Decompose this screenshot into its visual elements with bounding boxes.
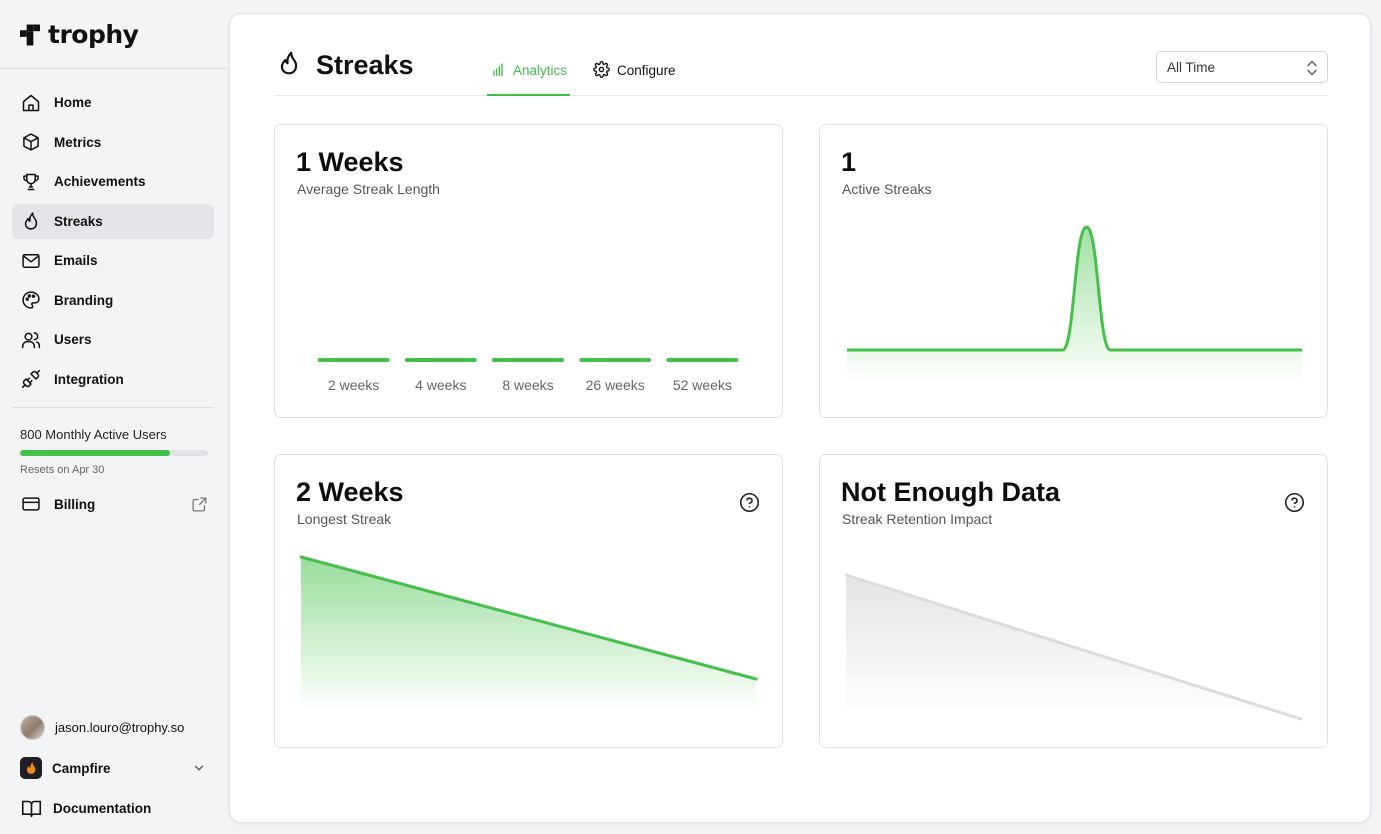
chevron-down-icon bbox=[192, 761, 206, 780]
gear-icon bbox=[593, 61, 610, 81]
longest-streak-card: 2 Weeks Longest Streak bbox=[274, 454, 783, 748]
org-switcher[interactable]: Campfire bbox=[20, 757, 208, 779]
flame-icon bbox=[276, 50, 302, 81]
sidebar-item-label: Metrics bbox=[54, 134, 102, 150]
x-tick-label: 26 weeks bbox=[586, 377, 645, 393]
usage-label: 800 Monthly Active Users bbox=[20, 427, 167, 442]
page-title: Streaks bbox=[316, 50, 414, 80]
sidebar-item-achievements[interactable]: Achievements bbox=[12, 164, 214, 199]
documentation-link[interactable]: Documentation bbox=[20, 797, 151, 819]
billing-label: Billing bbox=[54, 496, 96, 512]
sidebar-item-label: Users bbox=[54, 332, 92, 347]
retention-impact-card: Not Enough Data Streak Retention Impact bbox=[819, 454, 1328, 748]
app-name: trophy bbox=[48, 20, 139, 49]
tab-configure[interactable]: Configure bbox=[590, 48, 679, 96]
sidebar-item-emails[interactable]: Emails bbox=[12, 243, 214, 278]
bar bbox=[492, 358, 564, 362]
bar-chart-icon bbox=[490, 62, 506, 81]
avg-streak-length-card: 1 Weeks Average Streak Length 2 weeks 4 w… bbox=[274, 124, 783, 418]
sidebar-item-label: Branding bbox=[54, 292, 114, 308]
area-fill bbox=[847, 227, 1302, 383]
bar bbox=[666, 358, 739, 362]
trophy-logo-icon bbox=[20, 24, 40, 45]
x-tick-label: 8 weeks bbox=[502, 377, 553, 393]
user-email: jason.louro@trophy.so bbox=[55, 720, 185, 735]
tab-label: Analytics bbox=[513, 63, 568, 79]
sidebar-item-home[interactable]: Home bbox=[12, 85, 214, 120]
plug-icon bbox=[20, 368, 42, 390]
sidebar-item-label: Integration bbox=[54, 371, 124, 387]
documentation-label: Documentation bbox=[53, 800, 152, 816]
sidebar-item-label: Streaks bbox=[54, 213, 103, 229]
select-arrows-icon bbox=[1305, 59, 1319, 80]
sidebar-nav: Home Metrics Achievements Streaks Emails bbox=[12, 85, 214, 401]
sidebar-item-streaks[interactable]: Streaks bbox=[12, 203, 214, 239]
bar bbox=[579, 358, 652, 362]
tab-analytics[interactable]: Analytics bbox=[487, 48, 571, 96]
book-icon bbox=[20, 797, 42, 819]
user-account[interactable]: jason.louro@trophy.so bbox=[20, 715, 184, 740]
sidebar-item-metrics[interactable]: Metrics bbox=[12, 125, 214, 160]
avg-streak-bar-chart: 2 weeks 4 weeks 8 weeks 26 weeks 52 weeks bbox=[317, 358, 739, 393]
org-name: Campfire bbox=[52, 760, 111, 776]
bar bbox=[404, 358, 477, 362]
active-streaks-card: 1 Active Streaks bbox=[819, 124, 1328, 418]
usage-progress-fill bbox=[20, 450, 171, 456]
trophy-icon bbox=[20, 171, 42, 193]
sidebar-item-integration[interactable]: Integration bbox=[12, 362, 214, 397]
main-panel: Streaks Analytics Configure All Time 1 W… bbox=[229, 13, 1371, 823]
external-link-icon bbox=[191, 496, 208, 518]
x-tick-label: 4 weeks bbox=[415, 377, 466, 393]
app-logo[interactable]: trophy bbox=[20, 20, 139, 49]
sidebar-item-branding[interactable]: Branding bbox=[12, 283, 214, 318]
sidebar-item-label: Emails bbox=[54, 253, 98, 268]
usage-reset-date: Resets on Apr 30 bbox=[20, 464, 105, 476]
usage-progress-bar bbox=[20, 450, 208, 456]
avatar bbox=[20, 715, 45, 740]
sidebar-divider bbox=[0, 68, 228, 69]
sidebar-item-label: Achievements bbox=[54, 174, 146, 189]
time-range-select[interactable]: All Time bbox=[1156, 51, 1328, 83]
usage-meter: 800 Monthly Active Users Resets on Apr 3… bbox=[20, 427, 208, 476]
page-header: Streaks Analytics Configure All Time bbox=[274, 14, 1328, 96]
area-fill bbox=[301, 557, 756, 710]
home-icon bbox=[20, 92, 42, 114]
sidebar: trophy Home Metrics Achievements Streaks… bbox=[0, 0, 228, 834]
x-tick-label: 52 weeks bbox=[673, 377, 732, 393]
active-streaks-area-chart bbox=[846, 225, 1302, 383]
retention-impact-area-chart bbox=[844, 573, 1303, 721]
tab-bar: Analytics Configure bbox=[487, 48, 699, 96]
palette-icon bbox=[20, 289, 42, 311]
page-title-group: Streaks bbox=[276, 50, 414, 81]
sidebar-divider bbox=[12, 407, 214, 408]
flame-icon bbox=[20, 210, 42, 232]
tab-label: Configure bbox=[617, 63, 676, 79]
x-tick-label: 2 weeks bbox=[328, 377, 379, 393]
users-icon bbox=[20, 329, 42, 351]
time-range-value: All Time bbox=[1167, 59, 1216, 75]
bar bbox=[317, 358, 390, 362]
sidebar-item-users[interactable]: Users bbox=[12, 322, 214, 357]
longest-streak-area-chart bbox=[299, 555, 758, 710]
mail-icon bbox=[20, 250, 42, 272]
billing-link[interactable]: Billing bbox=[12, 487, 214, 521]
sidebar-item-label: Home bbox=[54, 95, 92, 110]
campfire-logo-icon bbox=[20, 757, 42, 779]
cube-icon bbox=[20, 131, 42, 153]
credit-card-icon bbox=[20, 493, 42, 515]
